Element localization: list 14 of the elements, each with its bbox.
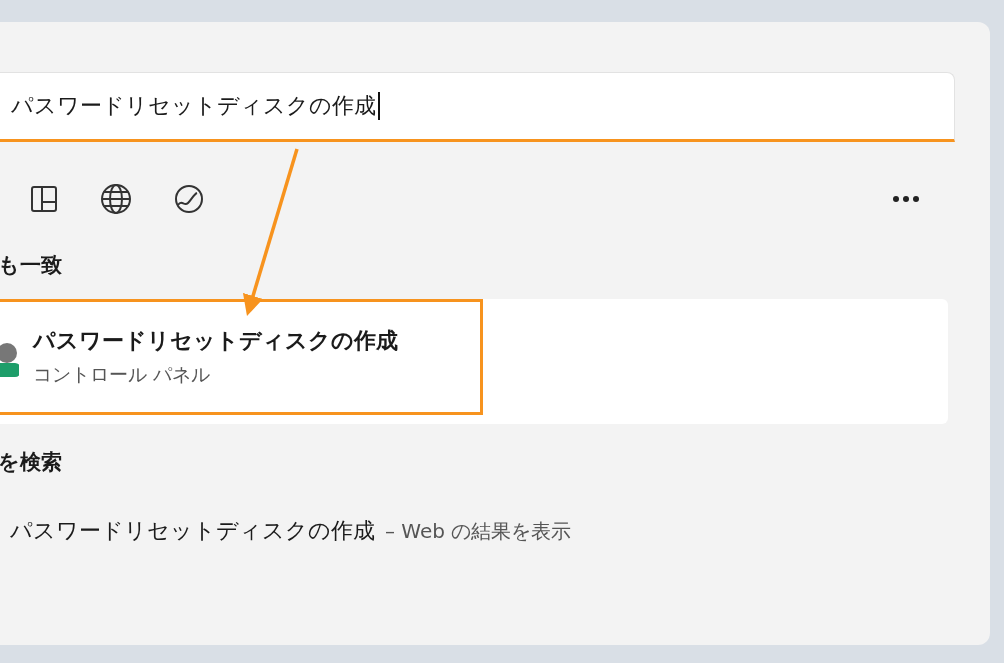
globe-icon[interactable]: [100, 183, 132, 215]
web-query[interactable]: パスワードリセットディスクの作成: [10, 516, 375, 546]
section-heading: も一致: [0, 252, 63, 279]
chart-circle-icon[interactable]: [174, 184, 204, 214]
search-text: パスワードリセットディスクの作成: [11, 92, 376, 120]
web-hint: – Web の結果を表示: [385, 518, 572, 545]
result-card[interactable]: パスワードリセットディスクの作成 コントロール パネル: [0, 299, 948, 424]
search-field[interactable]: パスワードリセットディスクの作成: [0, 72, 955, 142]
result-subtitle: コントロール パネル: [33, 362, 212, 387]
text-cursor: [378, 92, 380, 120]
result-title: パスワードリセットディスクの作成: [33, 327, 398, 355]
section-heading: を検索: [0, 449, 63, 476]
apps-icon[interactable]: [30, 185, 58, 213]
more-icon[interactable]: [892, 195, 920, 203]
